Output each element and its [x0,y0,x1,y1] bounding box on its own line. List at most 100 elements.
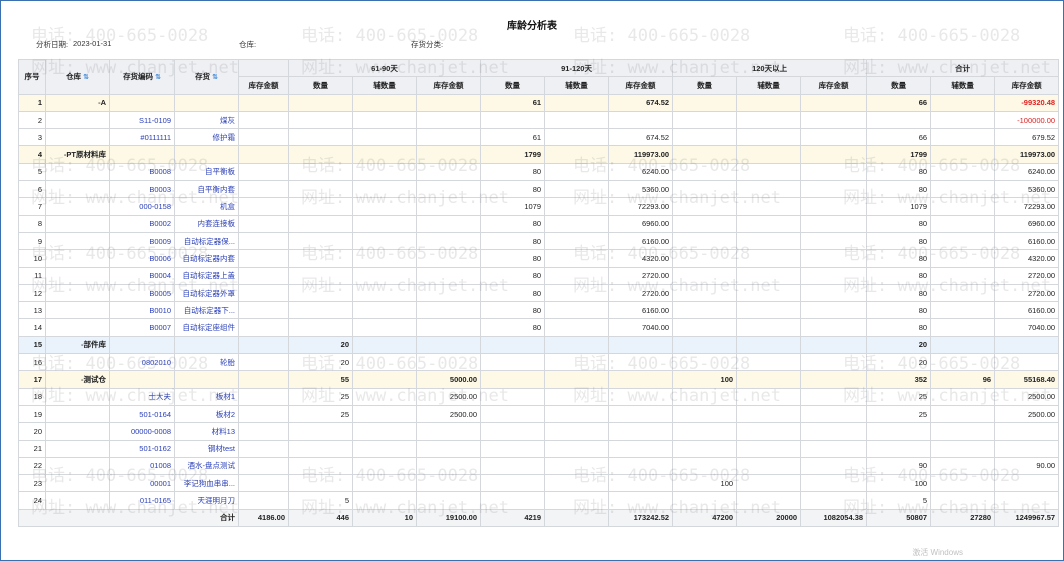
row-value-5 [544,180,610,199]
row-seq: 20 [18,422,46,441]
row-value-6 [608,335,674,355]
row-value-2 [352,214,417,233]
collapse-icon[interactable]: - [93,98,101,107]
row-value-9 [800,214,868,233]
activation-watermark: 激活 Windows [912,548,963,557]
table-row[interactable]: 11 B0004 自动标定器上盖 80 2720.00 80 2720.00 [18,266,1060,285]
row-value-5 [544,128,610,147]
row-value-4 [480,456,546,476]
row-value-11 [930,335,996,355]
table-row[interactable]: 5 B0008 自平衡板 80 6240.00 80 6240.00 [18,162,1060,182]
row-value-5 [544,110,610,130]
row-value-0 [238,387,289,406]
row-value-2 [352,370,417,389]
table-row[interactable]: 12 B0005 自动标定器外罩 80 2720.00 80 2720.00 [18,283,1060,303]
aging-table: 序号 仓库 ⇅ 存货编码 ⇅ 存货 ⇅ 61-90天 91-120天 120天以上 合计 库存金额 数量… [18,58,1060,528]
row-seq: 16 [18,353,46,372]
row-code: S11-0109 [109,110,175,130]
row-value-12 [994,335,1060,355]
row-value-7 [672,180,738,199]
collapse-icon[interactable]: - [76,340,84,349]
row-value-5 [544,404,610,424]
table-row[interactable]: 7 000-0158 机盒 1079 72293.00 1079 72293.00 [18,197,1060,216]
row-value-1 [288,283,353,303]
row-value-12: 6960.00 [994,214,1060,233]
table-row[interactable]: 6 B0003 自平衡内套 80 5360.00 80 5360.00 [18,180,1060,199]
row-value-12 [994,491,1060,510]
row-code: 501-0164 [109,404,175,424]
row-code: B0005 [109,283,175,303]
row-warehouse: -部件库 [45,335,110,355]
table-row[interactable]: 21 501-0162 钢材test [18,439,1060,458]
table-row[interactable]: 9 B0009 自动标定器保... 80 6160.00 80 6160.00 [18,231,1060,251]
group-row[interactable]: 1 -A 61 674.52 66 -99320.48 [18,93,1060,112]
table-row[interactable]: 8 B0002 内套连接板 80 6960.00 80 6960.00 [18,214,1060,233]
header-warehouse[interactable]: 仓库 ⇅ [45,59,110,95]
row-value-1 [288,110,353,130]
row-value-7 [672,301,738,320]
row-value-2 [352,93,417,112]
group-row[interactable]: 17 -测试仓 55 5000.00 100 352 96 55168.40 [18,370,1060,389]
table-row[interactable]: 10 B0006 自动标定器内套 80 4320.00 80 4320.00 [18,249,1060,268]
table-row[interactable]: 18 士大夫 板材1 25 2500.00 25 2500.00 [18,387,1060,406]
row-warehouse [45,110,110,130]
row-value-5 [544,353,610,372]
row-value-9 [800,93,868,112]
row-value-12: 6160.00 [994,301,1060,320]
table-row[interactable]: 14 B0007 自动标定座组件 80 7040.00 80 7040.00 [18,318,1060,337]
row-value-0 [238,318,289,337]
table-row[interactable]: 3 #0111111 修护霜 61 674.52 66 679.52 [18,128,1060,147]
table-row[interactable]: 16 0802010 轮胎 20 20 [18,353,1060,372]
row-value-8 [736,283,802,303]
table-row[interactable]: 20 00000-0008 材料13 [18,422,1060,441]
row-name: 板材2 [174,404,239,424]
table-row[interactable]: 22 01008 酒水-盘点测试 90 90.00 [18,456,1060,476]
row-value-8 [736,93,802,112]
total-value-8: 20000 [736,508,802,528]
row-warehouse [45,128,110,147]
row-value-2 [352,439,417,458]
row-value-6: 4320.00 [608,249,674,268]
sort-icon[interactable]: ⇅ [83,74,89,81]
table-row[interactable]: 2 S11-0109 煤灰 -100000.00 [18,110,1060,130]
row-value-2 [352,474,417,493]
header-amount-first: 库存金额 [238,76,289,95]
row-value-6 [608,474,674,493]
row-value-10: 25 [866,387,932,406]
row-value-11 [930,301,996,320]
sort-icon[interactable]: ⇅ [155,74,161,81]
row-value-4: 61 [480,128,546,147]
row-value-12 [994,474,1060,493]
table-row[interactable]: 13 B0010 自动标定器下... 80 6160.00 80 6160.00 [18,301,1060,320]
row-code: 01008 [109,456,175,476]
group-row[interactable]: 15 -部件库 20 20 [18,335,1060,355]
row-warehouse [45,387,110,406]
row-value-11 [930,387,996,406]
row-value-12: 7040.00 [994,318,1060,337]
table-row[interactable]: 23 00001 李记狗血串串... 100 100 [18,474,1060,493]
row-value-4 [480,422,546,441]
table-row[interactable]: 19 501-0164 板材2 25 2500.00 25 2500.00 [18,404,1060,424]
collapse-icon[interactable]: - [76,375,84,384]
row-value-7 [672,456,738,476]
row-value-5 [544,439,610,458]
row-name: 自动标定器上盖 [174,266,239,285]
table-row[interactable]: 24 011-0165 天涯明月刀 5 5 [18,491,1060,510]
row-value-9 [800,404,868,424]
sort-icon[interactable]: ⇅ [212,74,218,81]
row-value-5 [544,231,610,251]
header-name[interactable]: 存货 ⇅ [174,59,239,95]
header-sub-3-0: 数量 [866,76,932,95]
row-code: B0010 [109,301,175,320]
row-value-8 [736,318,802,337]
row-value-9 [800,162,868,182]
date-label: 分析日期: [36,40,69,49]
row-warehouse [45,180,110,199]
row-value-4 [480,370,546,389]
row-value-9 [800,180,868,199]
row-warehouse [45,231,110,251]
row-value-11 [930,404,996,424]
header-code[interactable]: 存货编码 ⇅ [109,59,175,95]
group-row[interactable]: 4 -PT原材料库 1799 119973.00 1799 119973.00 [18,145,1060,164]
row-value-3 [415,93,482,112]
